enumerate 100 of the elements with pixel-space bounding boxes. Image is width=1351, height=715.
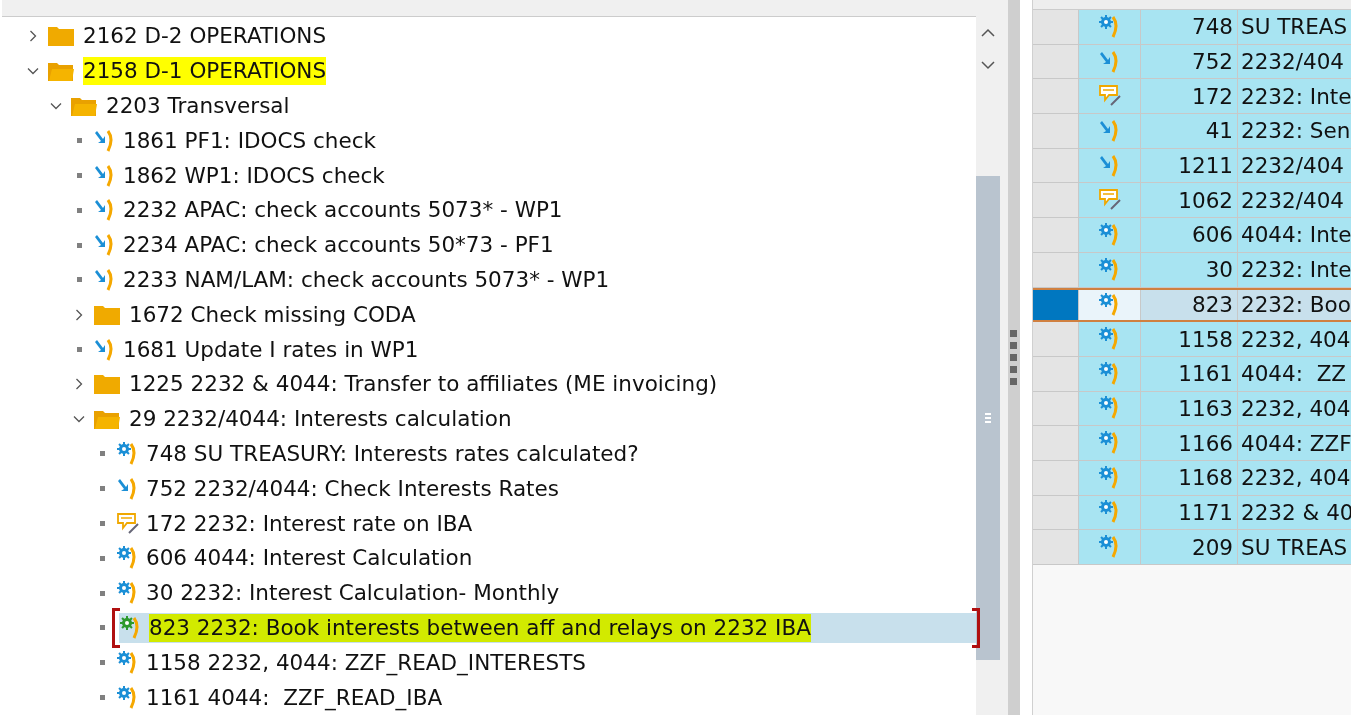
row-selector[interactable] [1033,289,1079,321]
item-label: 1161 4044: ZZF_READ_IBA [146,683,443,712]
row-selector[interactable] [1033,114,1079,148]
row-selector[interactable] [1033,460,1079,495]
tree-item[interactable]: 29 2232/4044: Interests calculation [90,404,976,435]
table-cell: 4044: Inte [1238,218,1351,252]
bullet-icon [76,277,82,283]
tree-item[interactable]: 1862 WP1: IDOCS check [90,160,976,191]
table-cell: 41 [1141,114,1238,148]
table-cell: 1168 [1141,460,1238,495]
table-cell: 4044: ZZF [1238,426,1351,460]
row-selector[interactable] [1033,391,1079,426]
table-cell: 1163 [1141,391,1238,426]
row-selector[interactable] [1033,252,1079,287]
grip-icon [1010,329,1018,386]
tree-item[interactable]: 2233 NAM/LAM: check accounts 5073* - WP1 [90,264,976,295]
tree-item[interactable]: 606 4044: Interest Calculation [113,543,976,574]
table-cell: 2232, 404 [1238,322,1351,356]
tree-item[interactable]: 1681 Update I rates in WP1 [90,334,976,365]
tree-item[interactable]: 1225 2232 & 4044: Transfer to affiliates (ME invoicing) [90,369,976,400]
bullet-icon [76,138,82,144]
tree-item[interactable]: 748 SU TREASURY: Interests rates calculated? [113,438,976,469]
row-selector[interactable] [1033,183,1079,218]
chevron-right-icon[interactable] [27,30,39,43]
scrollbar[interactable] [976,0,1000,715]
item-label: 2233 NAM/LAM: check accounts 5073* - WP1 [123,265,610,294]
item-label: 752 2232/4044: Check Interests Rates [146,474,559,503]
tree-item[interactable]: 172 2232: Interest rate on IBA [113,508,976,539]
item-label: 1158 2232, 4044: ZZF_READ_INTERESTS [146,648,586,677]
item-label: 2203 Transversal [106,92,290,120]
tree-item[interactable]: 1161 4044: ZZF_READ_IBA [113,682,976,713]
item-label: 30 2232: Interest Calculation- Monthly [146,579,560,608]
item-label: 1672 Check missing CODA [129,300,416,329]
row-selector[interactable] [1033,79,1079,114]
item-label: 172 2232: Interest rate on IBA [146,509,473,538]
row-selector[interactable] [1033,530,1079,564]
table-cell: 2232: Boo [1238,289,1351,321]
table-cell: 2232: Inte [1238,79,1351,114]
bullet-icon [99,625,105,631]
scroll-up-icon[interactable] [981,28,995,38]
scroll-thumb[interactable] [976,176,1000,660]
item-label: 1681 Update I rates in WP1 [123,335,419,364]
folder-icon [93,372,121,397]
row-selector[interactable] [1033,10,1079,44]
table-cell: 209 [1141,530,1238,564]
item-label: 2234 APAC: check accounts 50*73 - PF1 [123,231,554,260]
tree-item[interactable]: 1158 2232, 4044: ZZF_READ_INTERESTS [113,647,976,678]
tree-item[interactable]: 1861 PF1: IDOCS check [90,125,976,156]
table-cell: 748 [1141,10,1238,44]
table-cell: 2232: Inte [1238,252,1351,287]
tree-item[interactable]: 2162 D-2 OPERATIONS [44,21,976,52]
table-cell: SU TREAS [1238,10,1351,44]
folder-icon [47,24,75,49]
table-cell: 1161 [1141,356,1238,391]
item-label: 606 4044: Interest Calculation [146,544,473,573]
chevron-right-icon[interactable] [73,308,85,321]
tree-item[interactable]: 1672 Check missing CODA [90,299,976,330]
scroll-down-icon[interactable] [981,60,995,70]
tree-item[interactable]: 30 2232: Interest Calculation- Monthly [113,578,976,609]
row-selector[interactable] [1033,44,1079,79]
row-selector[interactable] [1033,495,1079,530]
item-label: 29 2232/4044: Interests calculation [129,405,512,434]
tree-item[interactable]: 2158 D-1 OPERATIONS [44,56,976,87]
table-cell: 606 [1141,218,1238,252]
table-cell: 1158 [1141,322,1238,356]
table-cell: 1171 [1141,495,1238,530]
bullet-icon [99,486,105,492]
bullet-icon [99,555,105,561]
row-selector[interactable] [1033,322,1079,356]
chevron-right-icon[interactable] [73,378,85,391]
table-cell: 172 [1141,79,1238,114]
item-label: 748 SU TREASURY: Interests rates calculated? [146,439,639,468]
table-cell: 2232/404 [1238,183,1351,218]
bullet-icon [76,207,82,213]
table-cell: 1211 [1141,148,1238,183]
table-cell: 2232/404 [1238,44,1351,79]
tree-item[interactable]: 2203 Transversal [67,91,976,121]
table-cell: SU TREAS [1238,530,1351,564]
table-cell: 752 [1141,44,1238,79]
table-cell: 1062 [1141,183,1238,218]
row-selector[interactable] [1033,148,1079,183]
row-selector[interactable] [1033,218,1079,252]
tree-item[interactable]: 2234 APAC: check accounts 50*73 - PF1 [90,230,976,261]
item-label: 823 2232: Book interests between aff and relays on 2232 IBA [149,613,811,642]
chevron-down-icon[interactable] [50,100,62,112]
table-cell: 823 [1141,289,1238,321]
table-cell: 2232, 404 [1238,460,1351,495]
table-cell: 4044: ZZ [1238,356,1351,391]
table-cell: 2232, 404 [1238,391,1351,426]
item-label: 1225 2232 & 4044: Transfer to affiliates (ME invoicing) [129,370,718,399]
row-selector[interactable] [1033,356,1079,391]
bullet-icon [99,660,105,666]
tree-item[interactable]: 752 2232/4044: Check Interests Rates [113,473,976,504]
item-label: 1861 PF1: IDOCS check [123,126,376,155]
splitter-handle[interactable] [1008,0,1020,715]
row-selector[interactable] [1033,426,1079,460]
tree-item[interactable]: 2232 APAC: check accounts 5073* - WP1 [90,195,976,226]
grip-icon [985,413,991,423]
bullet-icon [99,451,105,457]
table-cell: 30 [1141,252,1238,287]
